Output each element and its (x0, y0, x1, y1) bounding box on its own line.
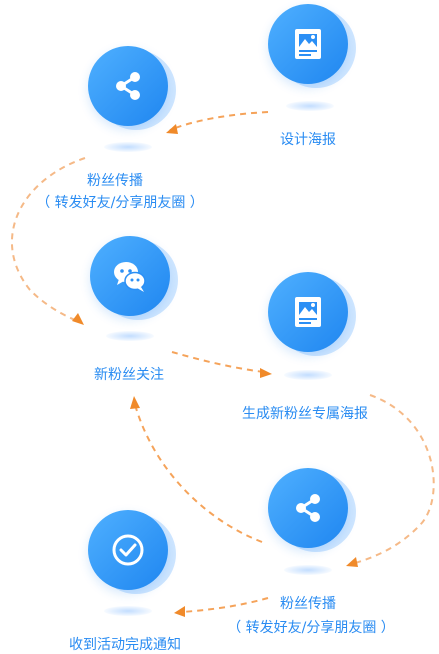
step-design-poster-label: 设计海报 (280, 132, 336, 148)
node-shadow (284, 565, 332, 575)
node-shadow (284, 370, 332, 380)
poster-icon (295, 29, 321, 59)
step-fans-spread-label: 粉丝传播 (87, 173, 143, 189)
node-design-poster (268, 4, 356, 88)
arrowhead-spread-to-follow (72, 313, 84, 325)
arrowhead-follow-to-poster (260, 368, 272, 378)
step-fans-spread-2-label: 粉丝传播 (280, 596, 336, 612)
poster-icon (295, 297, 321, 327)
flow-arrows (11, 111, 435, 617)
node-completion-notice (88, 510, 176, 594)
wechat-icon (114, 262, 146, 292)
step-new-fan-follow-label: 新粉丝关注 (94, 367, 164, 383)
share-icon (116, 72, 140, 100)
arrowhead-spread-to-follow-back (130, 396, 140, 409)
check-icon (112, 534, 144, 566)
node-shadow (286, 101, 334, 111)
arrow-design-to-spread (169, 111, 269, 131)
node-shadow (104, 142, 152, 152)
arrow-spread-to-notice (181, 597, 269, 613)
node-shadow (104, 606, 152, 616)
step-fans-spread-2-sublabel: （ 转发好友/分享朋友圈 ） (227, 620, 395, 636)
flow-diagram: 设计海报 粉丝传播 （ 转发好友/分享朋友圈 ） 新粉丝关注 生成新粉丝专属海报… (0, 0, 439, 654)
node-shadow (106, 331, 154, 341)
arrow-follow-to-poster (171, 351, 265, 373)
step-fans-spread-sublabel: （ 转发好友/分享朋友圈 ） (36, 195, 204, 211)
node-new-fan-follow (90, 236, 178, 320)
node-fans-spread (88, 46, 176, 130)
node-generate-poster (268, 272, 356, 356)
arrowhead-spread-to-notice (174, 606, 185, 617)
node-fans-spread-2 (268, 468, 356, 552)
share-icon (296, 494, 320, 522)
arrowhead-poster-to-spread (346, 557, 358, 567)
step-generate-poster-label: 生成新粉丝专属海报 (242, 406, 368, 422)
step-completion-notice-label: 收到活动完成通知 (69, 637, 181, 653)
